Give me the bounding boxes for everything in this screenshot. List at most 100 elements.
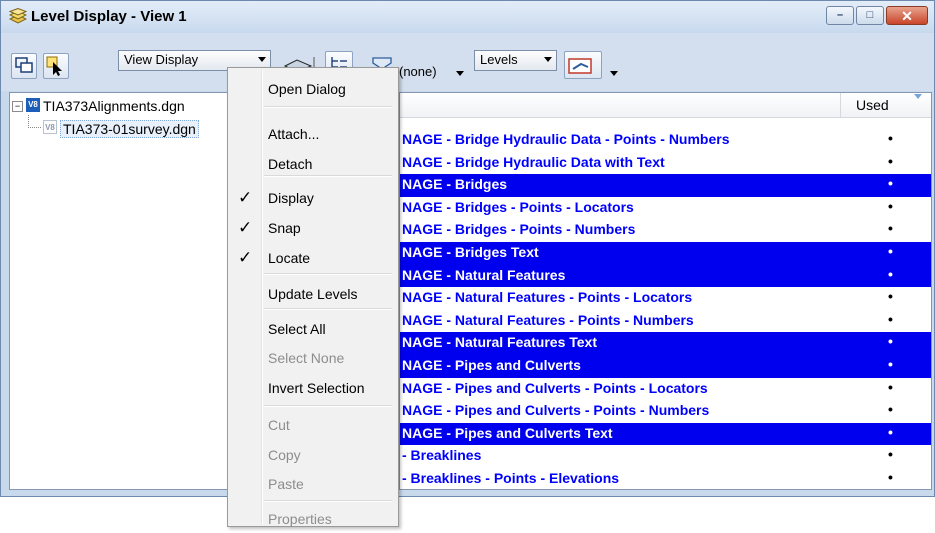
table-row[interactable]: NAGE - Bridges Text • (400, 241, 931, 265)
menu-item-paste[interactable]: Paste (230, 472, 396, 498)
level-display-window: Level Display - View 1 – □ ✕ View Displa… (0, 0, 935, 497)
title-bar[interactable]: Level Display - View 1 – □ ✕ (1, 1, 934, 33)
menu-item-locate[interactable]: ✓ Locate (230, 246, 396, 272)
used-indicator: • (888, 175, 893, 192)
table-row[interactable]: NAGE - Natural Features Text • (400, 332, 931, 355)
column-divider[interactable] (840, 93, 841, 117)
cascade-windows-button[interactable] (11, 53, 37, 79)
used-indicator: • (888, 152, 893, 169)
menu-item-snap[interactable]: ✓ Snap (230, 216, 396, 242)
minimize-button[interactable]: – (826, 6, 854, 25)
menu-item-label: Detach (268, 156, 313, 172)
table-row[interactable]: NAGE - Pipes and Culverts - Points - Loc… (400, 378, 931, 401)
chevron-down-icon[interactable] (610, 71, 618, 76)
level-name: NAGE - Bridges (402, 176, 508, 193)
table-row[interactable]: NAGE - Bridges - Points - Numbers • (400, 219, 931, 242)
menu-item-label: Display (268, 190, 314, 206)
level-name: NAGE - Bridge Hydraulic Data with Text (402, 153, 665, 170)
level-list-pane: Used NAGE - Bridge Hydraulic Data - Poin… (399, 92, 932, 490)
maximize-button[interactable]: □ (856, 6, 884, 25)
menu-item-label: Invert Selection (268, 380, 365, 396)
chevron-down-icon (544, 57, 552, 62)
menu-item-label: Properties (268, 511, 332, 527)
table-row[interactable]: NAGE - Bridges - Points - Locators • (400, 197, 931, 220)
menu-item-label: Attach... (268, 126, 320, 142)
select-element-button[interactable] (43, 53, 69, 79)
level-name: NAGE - Pipes and Culverts (402, 356, 581, 373)
used-indicator: • (888, 197, 893, 214)
minimize-icon: – (836, 9, 844, 21)
used-indicator: • (888, 265, 893, 282)
level-name: NAGE - Natural Features - Points - Locat… (402, 289, 693, 306)
tree-connector (28, 115, 41, 128)
menu-item-invert-selection[interactable]: Invert Selection (230, 376, 396, 402)
menu-item-select-all[interactable]: Select All (230, 317, 396, 343)
used-indicator: • (888, 220, 893, 237)
used-indicator: • (888, 468, 893, 485)
used-indicator: • (888, 310, 893, 327)
menu-item-label: Select All (268, 321, 326, 337)
used-indicator: • (888, 288, 893, 305)
table-row[interactable]: NAGE - Pipes and Culverts - Points - Num… (400, 400, 931, 423)
tree-item-label: TIA373-01survey.dgn (60, 120, 199, 138)
view-display-value: View Display (124, 52, 199, 67)
menu-item-properties[interactable]: Properties (230, 507, 396, 533)
table-row[interactable]: NAGE - Pipes and Culverts Text • (400, 422, 931, 446)
close-button[interactable]: ✕ (886, 6, 928, 25)
used-indicator: • (888, 355, 893, 372)
close-icon: ✕ (901, 7, 913, 24)
menu-item-cut[interactable]: Cut (230, 413, 396, 439)
table-row[interactable]: NAGE - Bridges • (400, 174, 931, 197)
filter-value: (none) (399, 64, 437, 79)
menu-item-open-dialog[interactable]: Open Dialog (230, 77, 396, 103)
checkmark-icon: ✓ (238, 188, 253, 207)
used-column-header[interactable]: Used (856, 97, 889, 113)
used-indicator: • (888, 378, 893, 395)
menu-item-label: Locate (268, 250, 311, 266)
level-name: NAGE - Pipes and Culverts - Points - Loc… (402, 379, 708, 396)
menu-item-label: Select None (268, 350, 345, 366)
chevron-down-icon[interactable] (456, 71, 464, 76)
symbology-button[interactable] (564, 51, 602, 79)
level-list: NAGE - Bridge Hydraulic Data - Points - … (400, 129, 931, 489)
context-menu: Open Dialog Attach... Detach ✓ Display ✓ Snap ✓… (227, 67, 399, 527)
table-row[interactable]: NAGE - Natural Features - Points - Locat… (400, 287, 931, 310)
level-name: NAGE - Bridge Hydraulic Data - Points - … (402, 131, 730, 147)
menu-item-update-levels[interactable]: Update Levels (230, 282, 396, 308)
levels-combo[interactable]: Levels (474, 50, 557, 71)
level-name: - Breaklines - Points - Elevations (402, 469, 620, 486)
level-name: NAGE - Bridges - Points - Numbers (402, 221, 636, 238)
reference-file-icon: V8 (43, 120, 57, 134)
menu-item-attach[interactable]: Attach... (230, 122, 396, 148)
filter-combo[interactable]: (none) (399, 64, 437, 79)
table-row[interactable]: NAGE - Bridge Hydraulic Data with Text • (400, 152, 931, 175)
level-name: NAGE - Pipes and Culverts Text (402, 424, 613, 441)
level-name: - Breaklines (402, 447, 482, 464)
checkmark-icon: ✓ (238, 218, 253, 237)
menu-item-label: Update Levels (268, 286, 358, 302)
collapse-icon[interactable]: − (12, 101, 23, 112)
level-name: NAGE - Pipes and Culverts - Points - Num… (402, 402, 710, 419)
table-row[interactable]: - Breaklines - Points - Elevations • (400, 468, 931, 489)
table-row[interactable]: NAGE - Natural Features • (400, 264, 931, 288)
table-row[interactable]: NAGE - Natural Features - Points - Numbe… (400, 310, 931, 333)
pointer-select-icon (46, 56, 62, 76)
menu-separator (264, 308, 392, 310)
used-indicator: • (888, 333, 893, 350)
menu-item-label: Open Dialog (268, 81, 346, 97)
level-name: NAGE - Bridges - Points - Locators (402, 198, 634, 215)
table-row[interactable]: NAGE - Bridge Hydraulic Data - Points - … (400, 129, 931, 152)
sort-descending-icon (914, 94, 922, 99)
table-row[interactable]: NAGE - Pipes and Culverts • (400, 354, 931, 378)
menu-item-copy[interactable]: Copy (230, 443, 396, 469)
table-row[interactable]: - Breaklines • (400, 445, 931, 468)
window-title: Level Display - View 1 (31, 8, 187, 25)
restore-icon: □ (866, 9, 874, 21)
level-name: NAGE - Natural Features Text (402, 334, 598, 351)
menu-item-display[interactable]: ✓ Display (230, 186, 396, 212)
symbology-icon (568, 58, 592, 74)
menu-separator (264, 106, 392, 108)
level-name: NAGE - Bridges Text (402, 243, 539, 260)
menu-item-label: Snap (268, 220, 301, 236)
menu-item-select-none[interactable]: Select None (230, 346, 396, 372)
